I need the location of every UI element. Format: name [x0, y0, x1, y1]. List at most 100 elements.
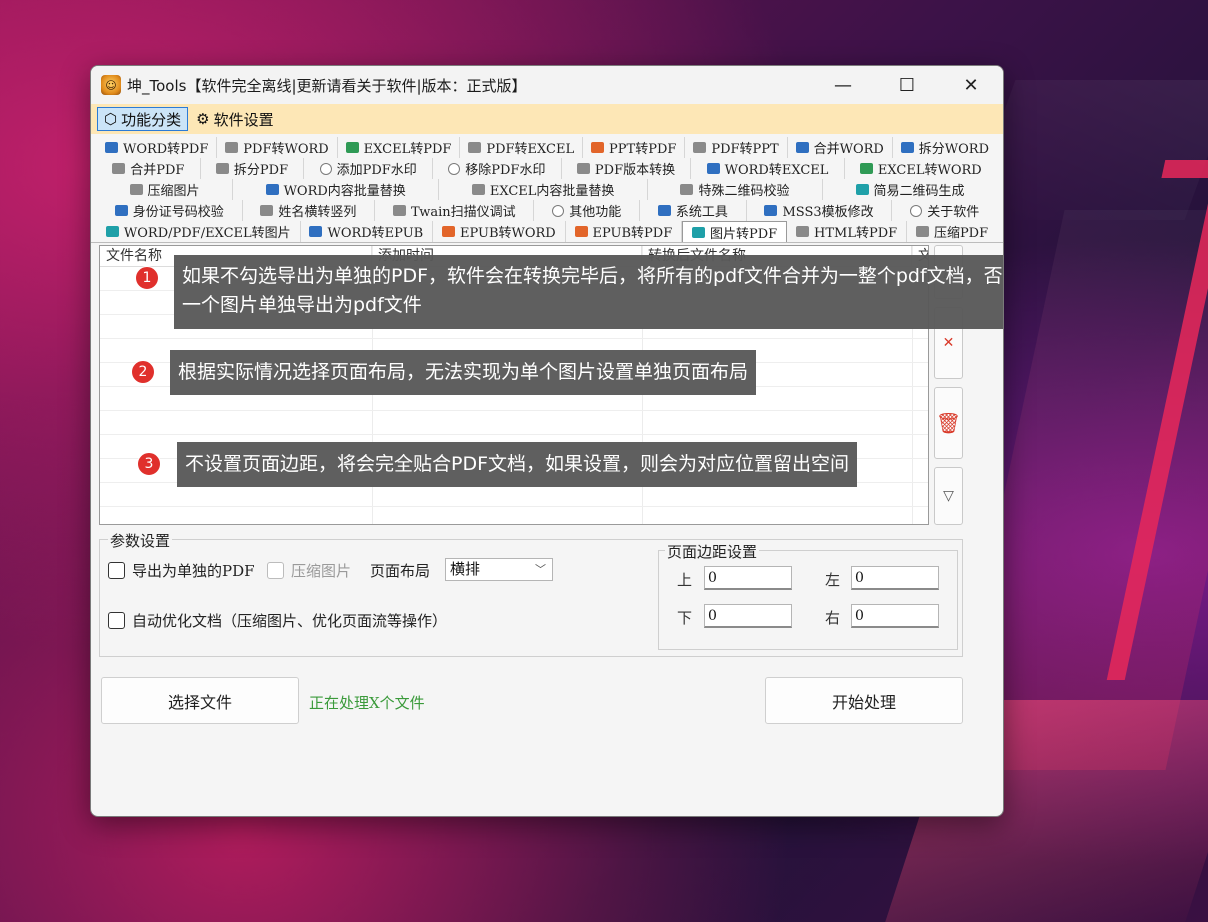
- tab-row: WORD/PDF/EXCEL转图片 WORD转EPUB EPUB转WORD EP…: [97, 221, 997, 242]
- tab-label: 拆分PDF: [233, 163, 289, 178]
- tab-excel-to-pdf[interactable]: EXCEL转PDF: [338, 137, 461, 158]
- tab-pdf-to-excel[interactable]: PDF转EXCEL: [460, 137, 584, 158]
- gear-icon: [764, 205, 778, 216]
- tab-add-pdf-watermark[interactable]: 添加PDF水印: [304, 158, 434, 179]
- margin-left-input[interactable]: 0: [851, 566, 939, 590]
- checkbox-box[interactable]: [267, 562, 284, 579]
- tab-word-to-pdf[interactable]: WORD转PDF: [97, 137, 218, 158]
- page-layout-select[interactable]: 横排 ﹀: [445, 558, 553, 581]
- row-divider: [100, 338, 928, 339]
- tab-excel-batch-replace[interactable]: EXCEL内容批量替换: [439, 179, 648, 200]
- tab-about-software[interactable]: 关于软件: [892, 200, 997, 221]
- tab-label: HTML转PDF: [814, 226, 898, 241]
- tab-pdf-to-ppt[interactable]: PDF转PPT: [685, 137, 788, 158]
- tab-label: MSS3模板修改: [782, 205, 874, 220]
- page-layout-label: 页面布局: [370, 560, 430, 581]
- tip-badge: 1: [135, 266, 159, 290]
- pdf-icon: [112, 163, 126, 174]
- word-icon: [309, 226, 323, 237]
- auto-optimize-checkbox[interactable]: 自动优化文档（压缩图片、优化页面流等操作）: [108, 610, 447, 631]
- row-divider: [100, 410, 928, 411]
- tab-label: PDF转EXCEL: [486, 142, 575, 157]
- select-files-button[interactable]: 选择文件: [101, 677, 299, 724]
- tab-simple-qr-generate[interactable]: 简易二维码生成: [823, 179, 997, 200]
- tab-label: 简易二维码生成: [873, 184, 965, 199]
- compress-icon: [129, 184, 143, 195]
- epub-icon: [574, 226, 588, 237]
- html-icon: [796, 226, 809, 237]
- tab-system-tools[interactable]: 系统工具: [640, 200, 747, 221]
- tab-merge-word[interactable]: 合并WORD: [788, 137, 893, 158]
- menu-bar: ⬡ 功能分类 ⚙ 软件设置: [91, 104, 1003, 134]
- tab-word-to-excel[interactable]: WORD转EXCEL: [691, 158, 845, 179]
- move-down-button[interactable]: ▽: [934, 467, 963, 525]
- checkbox-label: 压缩图片: [291, 562, 352, 580]
- tab-pdf-to-word[interactable]: PDF转WORD: [217, 137, 338, 158]
- margin-left-label: 左: [825, 571, 841, 589]
- tab-compress-pdf[interactable]: 压缩PDF: [907, 221, 997, 242]
- checkbox-box[interactable]: [108, 562, 125, 579]
- start-processing-button[interactable]: 开始处理: [765, 677, 963, 724]
- tab-other-functions[interactable]: 其他功能: [534, 200, 641, 221]
- tab-compress-images[interactable]: 压缩图片: [97, 179, 234, 200]
- tab-twain-scanner[interactable]: Twain扫描仪调试: [375, 200, 535, 221]
- checkbox-label: 导出为单独的PDF: [132, 562, 255, 580]
- tab-split-pdf[interactable]: 拆分PDF: [201, 158, 305, 179]
- menu-software-settings[interactable]: ⚙ 软件设置: [190, 107, 279, 131]
- tab-pdf-version-convert[interactable]: PDF版本转换: [562, 158, 692, 179]
- params-legend: 参数设置: [108, 530, 173, 551]
- minimize-button[interactable]: —: [811, 66, 875, 104]
- select-value: 横排: [450, 560, 481, 578]
- tab-row: 合并PDF 拆分PDF 添加PDF水印 移除PDF水印 PDF版本转换 WORD…: [97, 158, 997, 179]
- row-divider: [100, 506, 928, 507]
- tab-label: 特殊二维码校验: [698, 184, 790, 199]
- clear-list-button[interactable]: 🗑: [934, 387, 963, 459]
- export-single-checkbox[interactable]: 导出为单独的PDF: [108, 560, 255, 581]
- tab-label: EXCEL转WORD: [877, 163, 982, 178]
- window-controls: — ☐ ✕: [811, 66, 1003, 104]
- tab-epub-to-pdf[interactable]: EPUB转PDF: [566, 221, 683, 242]
- tab-label: 身份证号码校验: [132, 205, 224, 220]
- tab-label: 图片转PDF: [710, 226, 778, 242]
- tab-merge-pdf[interactable]: 合并PDF: [97, 158, 201, 179]
- tab-id-number-verify[interactable]: 身份证号码校验: [97, 200, 243, 221]
- tab-label: 压缩图片: [147, 184, 200, 199]
- cube-icon: ⬡: [104, 110, 118, 128]
- tab-doc-to-image[interactable]: WORD/PDF/EXCEL转图片: [97, 221, 301, 242]
- close-button[interactable]: ✕: [939, 66, 1003, 104]
- word-icon: [706, 163, 720, 174]
- tab-name-vertical[interactable]: 姓名横转竖列: [243, 200, 376, 221]
- tab-word-batch-replace[interactable]: WORD内容批量替换: [233, 179, 440, 200]
- tab-remove-pdf-watermark[interactable]: 移除PDF水印: [433, 158, 562, 179]
- pdf-icon: [693, 142, 707, 153]
- compress-images-checkbox[interactable]: 压缩图片: [267, 560, 351, 581]
- epub-icon: [441, 226, 455, 237]
- tab-html-to-pdf[interactable]: HTML转PDF: [787, 221, 908, 242]
- tab-split-word[interactable]: 拆分WORD: [893, 137, 997, 158]
- tab-label: 拆分WORD: [918, 142, 989, 157]
- tab-mss3-template[interactable]: MSS3模板修改: [747, 200, 893, 221]
- word-icon: [795, 142, 809, 153]
- tab-label: 其他功能: [569, 205, 622, 220]
- margin-top-input[interactable]: 0: [704, 566, 792, 590]
- field-label: 页面布局: [370, 562, 431, 580]
- tab-special-qr-verify[interactable]: 特殊二维码校验: [648, 179, 823, 200]
- tip-badge: 3: [137, 452, 161, 476]
- compress-icon: [915, 226, 929, 237]
- tab-label: Twain扫描仪调试: [411, 205, 516, 220]
- tab-label: PDF转PPT: [711, 142, 779, 157]
- maximize-button[interactable]: ☐: [875, 66, 939, 104]
- tab-epub-to-word[interactable]: EPUB转WORD: [433, 221, 566, 242]
- checkbox-box[interactable]: [108, 612, 125, 629]
- tab-label: 姓名横转竖列: [278, 205, 357, 220]
- tab-label: EPUB转PDF: [592, 226, 673, 241]
- function-tabs: WORD转PDF PDF转WORD EXCEL转PDF PDF转EXCEL PP…: [91, 134, 1003, 242]
- tab-image-to-pdf[interactable]: 图片转PDF: [682, 221, 788, 242]
- margin-bottom-input[interactable]: 0: [704, 604, 792, 628]
- tab-word-to-epub[interactable]: WORD转EPUB: [301, 221, 434, 242]
- tab-excel-to-word[interactable]: EXCEL转WORD: [845, 158, 997, 179]
- margin-right-input[interactable]: 0: [851, 604, 939, 628]
- menu-function-category[interactable]: ⬡ 功能分类: [97, 107, 189, 131]
- tab-ppt-to-pdf[interactable]: PPT转PDF: [583, 137, 686, 158]
- tab-row: 身份证号码校验 姓名横转竖列 Twain扫描仪调试 其他功能 系统工具 MSS3…: [97, 200, 997, 221]
